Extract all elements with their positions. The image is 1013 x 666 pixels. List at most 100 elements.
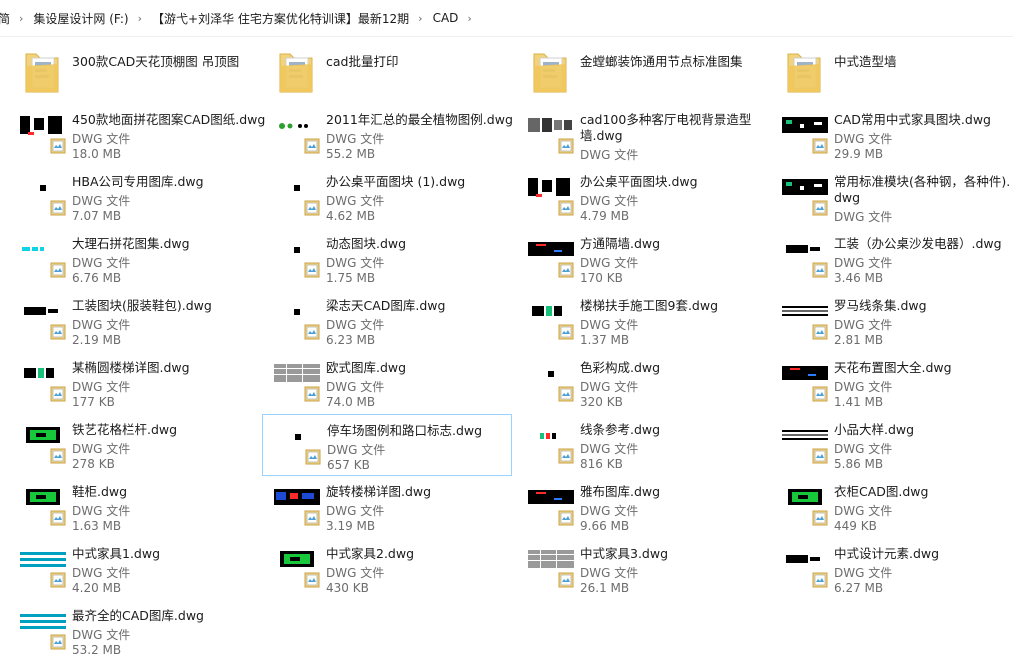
file-item[interactable]: 动态图块.dwg DWG 文件 1.75 MB <box>262 228 512 290</box>
file-item[interactable]: 工装（办公桌沙发电器）.dwg DWG 文件 3.46 MB <box>770 228 1013 290</box>
folder-item[interactable]: 中式造型墙 <box>770 42 1013 104</box>
dwg-thumbnail-icon <box>526 114 576 136</box>
dwg-file-icon <box>304 138 320 154</box>
file-type: DWG 文件 <box>580 318 639 332</box>
file-item[interactable]: 方通隔墙.dwg DWG 文件 170 KB <box>516 228 766 290</box>
file-size: 5.86 MB <box>834 457 884 471</box>
file-type: DWG 文件 <box>72 442 131 456</box>
file-item[interactable]: 梁志天CAD图库.dwg DWG 文件 6.23 MB <box>262 290 512 352</box>
file-item[interactable]: 停车场图例和路口标志.dwg DWG 文件 657 KB <box>262 414 512 476</box>
file-item[interactable]: 欧式图库.dwg DWG 文件 74.0 MB <box>262 352 512 414</box>
file-type: DWG 文件 <box>580 194 639 208</box>
file-size: 1.63 MB <box>72 519 122 533</box>
file-item[interactable]: cad100多种客厅电视背景造型墙.dwg DWG 文件 <box>516 104 766 166</box>
dwg-thumbnail-icon <box>18 238 68 260</box>
file-item[interactable]: 鞋柜.dwg DWG 文件 1.63 MB <box>8 476 258 538</box>
folder-item[interactable]: 300款CAD天花顶棚图 吊顶图 <box>8 42 258 104</box>
file-type: DWG 文件 <box>834 256 893 270</box>
dwg-thumbnail-icon <box>780 362 830 384</box>
dwg-file-icon <box>304 386 320 402</box>
dwg-thumbnail-icon <box>526 424 576 446</box>
file-type: DWG 文件 <box>580 504 639 518</box>
file-item[interactable]: 某椭圆楼梯详图.dwg DWG 文件 177 KB <box>8 352 258 414</box>
dwg-thumbnail-icon <box>780 424 830 446</box>
file-size: 1.41 MB <box>834 395 884 409</box>
file-name: 方通隔墙.dwg <box>580 236 661 251</box>
dwg-file-icon <box>812 386 828 402</box>
file-type: DWG 文件 <box>72 256 131 270</box>
file-type: DWG 文件 <box>72 504 131 518</box>
file-item[interactable]: 常用标准模块(各种钢，各种件).dwg DWG 文件 <box>770 166 1013 228</box>
file-item[interactable]: 中式设计元素.dwg DWG 文件 6.27 MB <box>770 538 1013 600</box>
file-item[interactable]: 罗马线条集.dwg DWG 文件 2.81 MB <box>770 290 1013 352</box>
file-item[interactable]: HBA公司专用图库.dwg DWG 文件 7.07 MB <box>8 166 258 228</box>
file-name: 常用标准模块(各种钢，各种件).dwg <box>834 174 1011 205</box>
folder-icon <box>784 44 824 98</box>
file-size: 177 KB <box>72 395 115 409</box>
dwg-thumbnail-icon <box>272 548 322 570</box>
file-name: 小品大样.dwg <box>834 422 915 437</box>
file-size: 449 KB <box>834 519 877 533</box>
file-item[interactable]: 中式家具2.dwg DWG 文件 430 KB <box>262 538 512 600</box>
folder-icon <box>22 44 62 98</box>
file-size: 18.0 MB <box>72 147 122 161</box>
file-type: DWG 文件 <box>580 148 639 162</box>
file-name: 线条参考.dwg <box>580 422 661 437</box>
breadcrumb-item-course[interactable]: 【游弋+刘泽华 住宅方案优化特训课】最新12期 <box>150 10 411 27</box>
file-type: DWG 文件 <box>834 380 893 394</box>
file-item[interactable]: 色彩构成.dwg DWG 文件 320 KB <box>516 352 766 414</box>
file-size: 4.62 MB <box>326 209 376 223</box>
file-type: DWG 文件 <box>72 194 131 208</box>
file-size: 4.79 MB <box>580 209 630 223</box>
file-type: DWG 文件 <box>326 132 385 146</box>
file-item[interactable]: 办公桌平面图块 (1).dwg DWG 文件 4.62 MB <box>262 166 512 228</box>
breadcrumb-item-cad[interactable]: CAD <box>431 11 461 25</box>
file-size: 6.27 MB <box>834 581 884 595</box>
file-size: 3.19 MB <box>326 519 376 533</box>
dwg-thumbnail-icon <box>526 300 576 322</box>
dwg-file-icon <box>304 324 320 340</box>
file-item[interactable]: 450款地面拼花图案CAD图纸.dwg DWG 文件 18.0 MB <box>8 104 265 166</box>
file-item[interactable]: 楼梯扶手施工图9套.dwg DWG 文件 1.37 MB <box>516 290 766 352</box>
dwg-thumbnail-icon <box>780 486 830 508</box>
breadcrumb-item-root[interactable]: 简 <box>0 10 12 27</box>
dwg-file-icon <box>50 634 66 650</box>
file-type: DWG 文件 <box>326 318 385 332</box>
dwg-file-icon <box>812 572 828 588</box>
dwg-file-icon <box>304 262 320 278</box>
file-type: DWG 文件 <box>72 380 131 394</box>
folder-item[interactable]: cad批量打印 <box>262 42 512 104</box>
file-item[interactable]: 2011年汇总的最全植物图例.dwg DWG 文件 55.2 MB <box>262 104 513 166</box>
file-item[interactable]: 中式家具3.dwg DWG 文件 26.1 MB <box>516 538 766 600</box>
dwg-file-icon <box>812 448 828 464</box>
file-item[interactable]: 雅布图库.dwg DWG 文件 9.66 MB <box>516 476 766 538</box>
file-size: 9.66 MB <box>580 519 630 533</box>
file-item[interactable]: 大理石拼花图集.dwg DWG 文件 6.76 MB <box>8 228 258 290</box>
file-item[interactable]: 天花布置图大全.dwg DWG 文件 1.41 MB <box>770 352 1013 414</box>
dwg-thumbnail-icon <box>18 424 68 446</box>
folder-name: 中式造型墙 <box>834 54 897 69</box>
dwg-file-icon <box>812 262 828 278</box>
file-name: 鞋柜.dwg <box>72 484 128 499</box>
file-item[interactable]: 中式家具1.dwg DWG 文件 4.20 MB <box>8 538 258 600</box>
breadcrumb-item-drive[interactable]: 集设屋设计网 (F:) <box>31 10 130 27</box>
folder-item[interactable]: 金螳螂装饰通用节点标准图集 <box>516 42 766 104</box>
dwg-thumbnail-icon <box>18 610 68 632</box>
breadcrumb: 简 › 集设屋设计网 (F:) › 【游弋+刘泽华 住宅方案优化特训课】最新12… <box>0 0 1013 37</box>
file-item[interactable]: 小品大样.dwg DWG 文件 5.86 MB <box>770 414 1013 476</box>
file-type: DWG 文件 <box>326 504 385 518</box>
file-type: DWG 文件 <box>834 442 893 456</box>
file-item[interactable]: 最齐全的CAD图库.dwg DWG 文件 53.2 MB <box>8 600 258 662</box>
file-item[interactable]: 工装图块(服装鞋包).dwg DWG 文件 2.19 MB <box>8 290 258 352</box>
file-item[interactable]: CAD常用中式家具图块.dwg DWG 文件 29.9 MB <box>770 104 1013 166</box>
file-item[interactable]: 铁艺花格栏杆.dwg DWG 文件 278 KB <box>8 414 258 476</box>
file-item[interactable]: 衣柜CAD图.dwg DWG 文件 449 KB <box>770 476 1013 538</box>
file-name: 中式设计元素.dwg <box>834 546 940 561</box>
file-name: 梁志天CAD图库.dwg <box>326 298 446 313</box>
dwg-file-icon <box>812 138 828 154</box>
file-size: 7.07 MB <box>72 209 122 223</box>
dwg-file-icon <box>812 510 828 526</box>
file-item[interactable]: 旋转楼梯详图.dwg DWG 文件 3.19 MB <box>262 476 512 538</box>
file-item[interactable]: 线条参考.dwg DWG 文件 816 KB <box>516 414 766 476</box>
file-item[interactable]: 办公桌平面图块.dwg DWG 文件 4.79 MB <box>516 166 766 228</box>
